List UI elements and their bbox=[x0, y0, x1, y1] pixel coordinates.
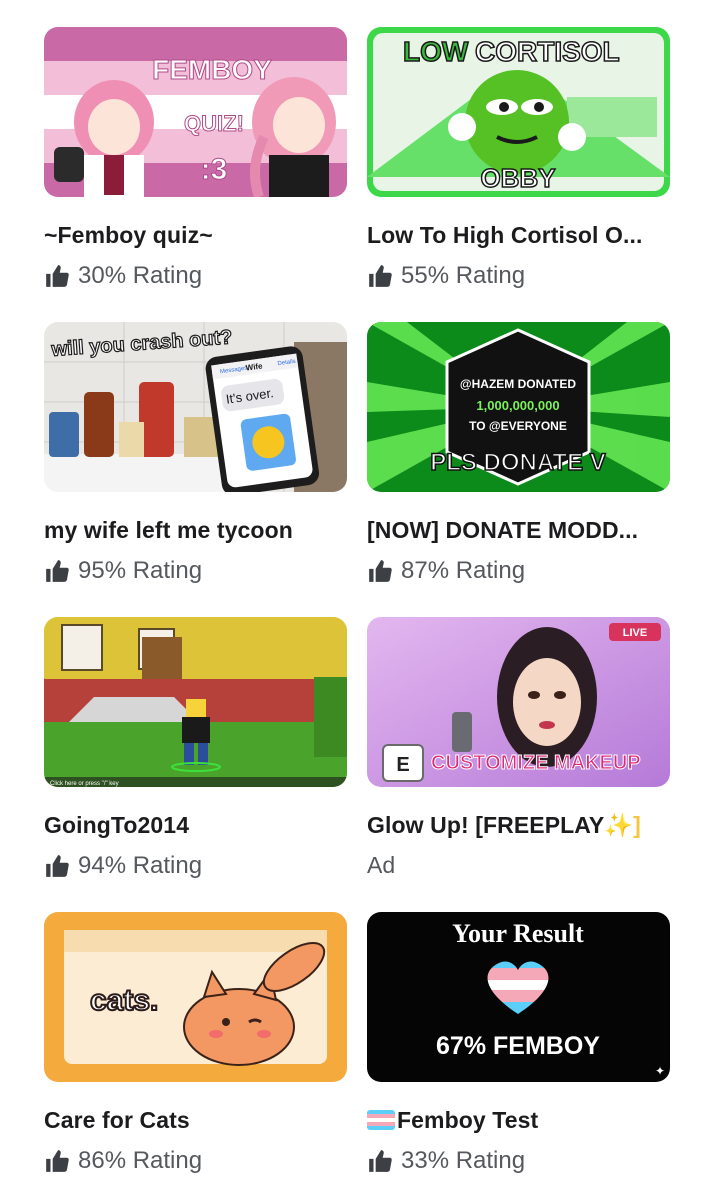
game-rating: 33% Rating bbox=[367, 1146, 525, 1176]
thumb-title: FEMBOY bbox=[152, 54, 272, 85]
game-rating: 87% Rating bbox=[367, 556, 525, 586]
game-thumbnail[interactable]: LOW CORTISOL OBBY bbox=[367, 27, 670, 197]
svg-text:Click here or press "/" key: Click here or press "/" key bbox=[50, 781, 119, 787]
game-title[interactable]: Glow Up! [FREEPLAY✨] bbox=[367, 812, 670, 839]
going-to-2014-thumbnail: Click here or press "/" key bbox=[44, 617, 347, 787]
svg-text:PLS DONATE V: PLS DONATE V bbox=[430, 449, 606, 476]
game-thumbnail[interactable]: Your Result 67% FEMBOY ✦ bbox=[367, 912, 670, 1082]
game-title[interactable]: [NOW] DONATE MODD... bbox=[367, 517, 670, 544]
rating-text: 87% Rating bbox=[401, 557, 526, 584]
cortisol-obby-thumbnail: LOW CORTISOL OBBY bbox=[367, 27, 670, 197]
femboy-test-thumbnail: Your Result 67% FEMBOY ✦ bbox=[367, 912, 670, 1082]
game-title[interactable]: ~Femboy quiz~ bbox=[44, 222, 347, 249]
femboy-quiz-thumbnail: FEMBOY QUIZ! :3 bbox=[44, 27, 347, 197]
ad-label: Ad bbox=[367, 852, 396, 878]
glow-up-thumbnail: LIVE E CUSTOMIZE MAKEUP bbox=[367, 617, 670, 787]
game-thumbnail[interactable]: Messages Wife Details It's over. will yo… bbox=[44, 322, 347, 492]
rating-text: 55% Rating bbox=[401, 262, 526, 289]
wife-tycoon-thumbnail: Messages Wife Details It's over. will yo… bbox=[44, 322, 347, 492]
game-rating: 95% Rating bbox=[44, 556, 202, 586]
svg-text:CORTISOL: CORTISOL bbox=[475, 36, 620, 67]
svg-text:cats.: cats. bbox=[90, 984, 158, 1017]
game-thumbnail[interactable]: LIVE E CUSTOMIZE MAKEUP bbox=[367, 617, 670, 787]
svg-text:CUSTOMIZE MAKEUP: CUSTOMIZE MAKEUP bbox=[431, 752, 641, 774]
game-grid: FEMBOY QUIZ! :3 ~Femboy quiz~ 30% Rating bbox=[0, 0, 716, 1200]
game-title[interactable]: Femboy Test bbox=[367, 1107, 670, 1134]
rating-text: 94% Rating bbox=[78, 852, 203, 879]
thumbs-up-icon bbox=[369, 560, 392, 582]
game-thumbnail[interactable]: FEMBOY QUIZ! :3 bbox=[44, 27, 347, 197]
game-rating: 30% Rating bbox=[44, 261, 202, 291]
svg-text:LOW: LOW bbox=[403, 36, 469, 67]
transgender-flag-icon bbox=[367, 1110, 395, 1130]
svg-text:1,000,000,000: 1,000,000,000 bbox=[476, 398, 559, 413]
thumbs-up-icon bbox=[46, 1150, 69, 1172]
care-for-cats-thumbnail: cats. bbox=[44, 912, 347, 1082]
game-rating: 94% Rating bbox=[44, 851, 202, 881]
rating-text: 86% Rating bbox=[78, 1147, 203, 1174]
rating-text: 33% Rating bbox=[401, 1147, 526, 1174]
svg-text:Your Result: Your Result bbox=[452, 919, 584, 948]
game-rating: 86% Rating bbox=[44, 1146, 202, 1176]
game-rating: 55% Rating bbox=[367, 261, 525, 291]
svg-text:LIVE: LIVE bbox=[623, 627, 647, 639]
thumbs-up-icon bbox=[46, 560, 69, 582]
svg-text:@HAZEM DONATED: @HAZEM DONATED bbox=[460, 377, 576, 391]
svg-text:TO @EVERYONE: TO @EVERYONE bbox=[469, 419, 567, 433]
game-title[interactable]: Care for Cats bbox=[44, 1107, 347, 1134]
svg-text:E: E bbox=[396, 754, 409, 776]
thumbs-up-icon bbox=[46, 265, 69, 287]
game-thumbnail[interactable]: Click here or press "/" key bbox=[44, 617, 347, 787]
thumbs-up-icon bbox=[369, 265, 392, 287]
game-title[interactable]: Low To High Cortisol O... bbox=[367, 222, 670, 249]
svg-text:OBBY: OBBY bbox=[480, 163, 555, 193]
svg-text:QUIZ!: QUIZ! bbox=[184, 111, 244, 136]
thumbs-up-icon bbox=[369, 1150, 392, 1172]
svg-text::3: :3 bbox=[201, 153, 228, 186]
game-thumbnail[interactable]: @HAZEM DONATED 1,000,000,000 TO @EVERYON… bbox=[367, 322, 670, 492]
game-title[interactable]: GoingTo2014 bbox=[44, 812, 347, 839]
game-title[interactable]: my wife left me tycoon bbox=[44, 517, 347, 544]
rating-text: 95% Rating bbox=[78, 557, 203, 584]
sparkle-icon: ✨] bbox=[604, 812, 641, 838]
pls-donate-thumbnail: @HAZEM DONATED 1,000,000,000 TO @EVERYON… bbox=[367, 322, 670, 492]
rating-text: 30% Rating bbox=[78, 262, 203, 289]
svg-text:✦: ✦ bbox=[655, 1064, 665, 1078]
svg-text:67% FEMBOY: 67% FEMBOY bbox=[436, 1032, 600, 1060]
thumbs-up-icon bbox=[46, 855, 69, 877]
game-thumbnail[interactable]: cats. bbox=[44, 912, 347, 1082]
